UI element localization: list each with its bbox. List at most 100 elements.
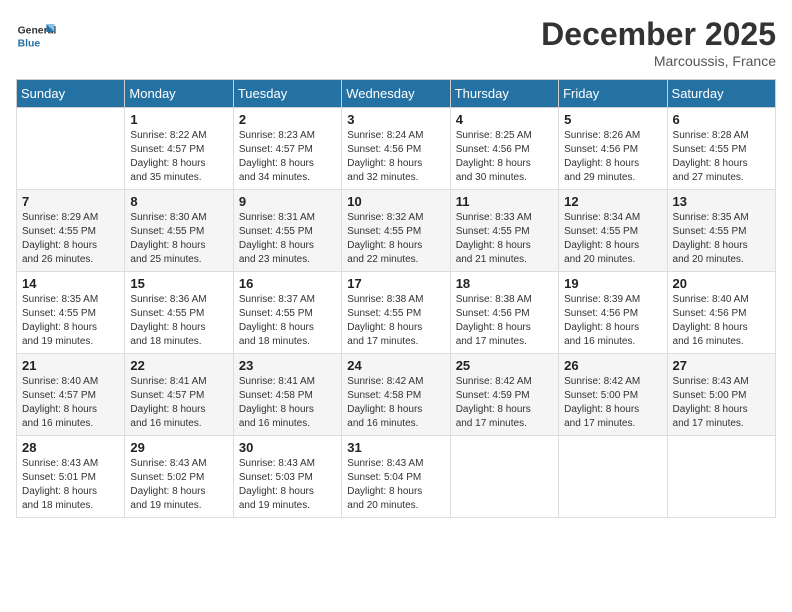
daylight-text-line1: Daylight: 8 hours bbox=[22, 403, 119, 417]
sunset-text: Sunset: 5:01 PM bbox=[22, 471, 119, 485]
sunrise-text: Sunrise: 8:22 AM bbox=[130, 129, 227, 143]
column-header-wednesday: Wednesday bbox=[342, 80, 450, 108]
sunrise-text: Sunrise: 8:36 AM bbox=[130, 293, 227, 307]
sunset-text: Sunset: 4:56 PM bbox=[456, 143, 553, 157]
svg-text:Blue: Blue bbox=[18, 38, 41, 49]
daylight-text-line1: Daylight: 8 hours bbox=[130, 239, 227, 253]
column-header-tuesday: Tuesday bbox=[233, 80, 341, 108]
daylight-text-line1: Daylight: 8 hours bbox=[347, 485, 444, 499]
column-header-friday: Friday bbox=[559, 80, 667, 108]
calendar-cell: 30Sunrise: 8:43 AMSunset: 5:03 PMDayligh… bbox=[233, 436, 341, 518]
daylight-text-line1: Daylight: 8 hours bbox=[22, 239, 119, 253]
daylight-text-line1: Daylight: 8 hours bbox=[673, 157, 770, 171]
calendar-cell: 10Sunrise: 8:32 AMSunset: 4:55 PMDayligh… bbox=[342, 190, 450, 272]
daylight-text-line2: and 16 minutes. bbox=[130, 417, 227, 431]
day-number: 22 bbox=[130, 358, 227, 373]
sunset-text: Sunset: 4:56 PM bbox=[673, 307, 770, 321]
sunset-text: Sunset: 4:55 PM bbox=[456, 225, 553, 239]
calendar-cell: 16Sunrise: 8:37 AMSunset: 4:55 PMDayligh… bbox=[233, 272, 341, 354]
day-info: Sunrise: 8:34 AMSunset: 4:55 PMDaylight:… bbox=[564, 211, 661, 267]
calendar-cell bbox=[559, 436, 667, 518]
sunrise-text: Sunrise: 8:42 AM bbox=[564, 375, 661, 389]
daylight-text-line2: and 20 minutes. bbox=[673, 253, 770, 267]
sunrise-text: Sunrise: 8:24 AM bbox=[347, 129, 444, 143]
page-header: General Blue December 2025 Marcoussis, F… bbox=[16, 16, 776, 69]
day-info: Sunrise: 8:43 AMSunset: 5:01 PMDaylight:… bbox=[22, 457, 119, 513]
daylight-text-line2: and 34 minutes. bbox=[239, 171, 336, 185]
sunrise-text: Sunrise: 8:30 AM bbox=[130, 211, 227, 225]
calendar-cell bbox=[667, 436, 775, 518]
daylight-text-line2: and 17 minutes. bbox=[673, 417, 770, 431]
daylight-text-line1: Daylight: 8 hours bbox=[239, 403, 336, 417]
daylight-text-line1: Daylight: 8 hours bbox=[130, 403, 227, 417]
week-row-5: 28Sunrise: 8:43 AMSunset: 5:01 PMDayligh… bbox=[17, 436, 776, 518]
day-info: Sunrise: 8:35 AMSunset: 4:55 PMDaylight:… bbox=[22, 293, 119, 349]
day-number: 17 bbox=[347, 276, 444, 291]
daylight-text-line2: and 19 minutes. bbox=[22, 335, 119, 349]
column-header-thursday: Thursday bbox=[450, 80, 558, 108]
logo-icon: General Blue bbox=[16, 16, 56, 56]
day-number: 12 bbox=[564, 194, 661, 209]
day-info: Sunrise: 8:39 AMSunset: 4:56 PMDaylight:… bbox=[564, 293, 661, 349]
day-number: 26 bbox=[564, 358, 661, 373]
sunset-text: Sunset: 4:58 PM bbox=[239, 389, 336, 403]
sunset-text: Sunset: 4:59 PM bbox=[456, 389, 553, 403]
daylight-text-line1: Daylight: 8 hours bbox=[456, 321, 553, 335]
week-row-2: 7Sunrise: 8:29 AMSunset: 4:55 PMDaylight… bbox=[17, 190, 776, 272]
daylight-text-line1: Daylight: 8 hours bbox=[673, 321, 770, 335]
day-number: 7 bbox=[22, 194, 119, 209]
sunset-text: Sunset: 4:57 PM bbox=[22, 389, 119, 403]
calendar-cell: 9 Sunrise: 8:31 AMSunset: 4:55 PMDaylight… bbox=[233, 190, 341, 272]
calendar-cell: 21Sunrise: 8:40 AMSunset: 4:57 PMDayligh… bbox=[17, 354, 125, 436]
day-info: Sunrise: 8:24 AMSunset: 4:56 PMDaylight:… bbox=[347, 129, 444, 185]
day-info: Sunrise: 8:38 AMSunset: 4:56 PMDaylight:… bbox=[456, 293, 553, 349]
sunrise-text: Sunrise: 8:43 AM bbox=[673, 375, 770, 389]
daylight-text-line2: and 21 minutes. bbox=[456, 253, 553, 267]
daylight-text-line1: Daylight: 8 hours bbox=[673, 239, 770, 253]
sunset-text: Sunset: 4:55 PM bbox=[239, 307, 336, 321]
daylight-text-line1: Daylight: 8 hours bbox=[130, 485, 227, 499]
column-header-sunday: Sunday bbox=[17, 80, 125, 108]
sunset-text: Sunset: 5:00 PM bbox=[673, 389, 770, 403]
sunrise-text: Sunrise: 8:43 AM bbox=[130, 457, 227, 471]
day-number: 24 bbox=[347, 358, 444, 373]
sunset-text: Sunset: 4:57 PM bbox=[130, 143, 227, 157]
daylight-text-line1: Daylight: 8 hours bbox=[673, 403, 770, 417]
calendar-cell: 14Sunrise: 8:35 AMSunset: 4:55 PMDayligh… bbox=[17, 272, 125, 354]
daylight-text-line1: Daylight: 8 hours bbox=[564, 239, 661, 253]
month-title: December 2025 bbox=[541, 16, 776, 53]
sunrise-text: Sunrise: 8:35 AM bbox=[673, 211, 770, 225]
daylight-text-line1: Daylight: 8 hours bbox=[456, 403, 553, 417]
daylight-text-line1: Daylight: 8 hours bbox=[564, 157, 661, 171]
sunset-text: Sunset: 4:56 PM bbox=[564, 307, 661, 321]
daylight-text-line2: and 16 minutes. bbox=[564, 335, 661, 349]
daylight-text-line2: and 17 minutes. bbox=[456, 335, 553, 349]
daylight-text-line2: and 16 minutes. bbox=[347, 417, 444, 431]
day-info: Sunrise: 8:31 AMSunset: 4:55 PMDaylight:… bbox=[239, 211, 336, 267]
sunrise-text: Sunrise: 8:33 AM bbox=[456, 211, 553, 225]
sunrise-text: Sunrise: 8:41 AM bbox=[239, 375, 336, 389]
daylight-text-line1: Daylight: 8 hours bbox=[239, 239, 336, 253]
calendar-cell: 29Sunrise: 8:43 AMSunset: 5:02 PMDayligh… bbox=[125, 436, 233, 518]
day-number: 20 bbox=[673, 276, 770, 291]
calendar-cell: 25Sunrise: 8:42 AMSunset: 4:59 PMDayligh… bbox=[450, 354, 558, 436]
day-info: Sunrise: 8:28 AMSunset: 4:55 PMDaylight:… bbox=[673, 129, 770, 185]
daylight-text-line2: and 20 minutes. bbox=[564, 253, 661, 267]
daylight-text-line1: Daylight: 8 hours bbox=[22, 485, 119, 499]
daylight-text-line2: and 17 minutes. bbox=[456, 417, 553, 431]
sunrise-text: Sunrise: 8:37 AM bbox=[239, 293, 336, 307]
daylight-text-line1: Daylight: 8 hours bbox=[130, 321, 227, 335]
day-info: Sunrise: 8:42 AMSunset: 4:59 PMDaylight:… bbox=[456, 375, 553, 431]
calendar-cell: 4Sunrise: 8:25 AMSunset: 4:56 PMDaylight… bbox=[450, 108, 558, 190]
day-number: 9 bbox=[239, 194, 336, 209]
daylight-text-line2: and 22 minutes. bbox=[347, 253, 444, 267]
sunrise-text: Sunrise: 8:32 AM bbox=[347, 211, 444, 225]
daylight-text-line2: and 26 minutes. bbox=[22, 253, 119, 267]
daylight-text-line1: Daylight: 8 hours bbox=[564, 403, 661, 417]
calendar-cell: 17Sunrise: 8:38 AMSunset: 4:55 PMDayligh… bbox=[342, 272, 450, 354]
sunset-text: Sunset: 4:56 PM bbox=[564, 143, 661, 157]
day-info: Sunrise: 8:30 AMSunset: 4:55 PMDaylight:… bbox=[130, 211, 227, 267]
sunset-text: Sunset: 4:55 PM bbox=[239, 225, 336, 239]
sunset-text: Sunset: 5:03 PM bbox=[239, 471, 336, 485]
calendar-cell: 13Sunrise: 8:35 AMSunset: 4:55 PMDayligh… bbox=[667, 190, 775, 272]
